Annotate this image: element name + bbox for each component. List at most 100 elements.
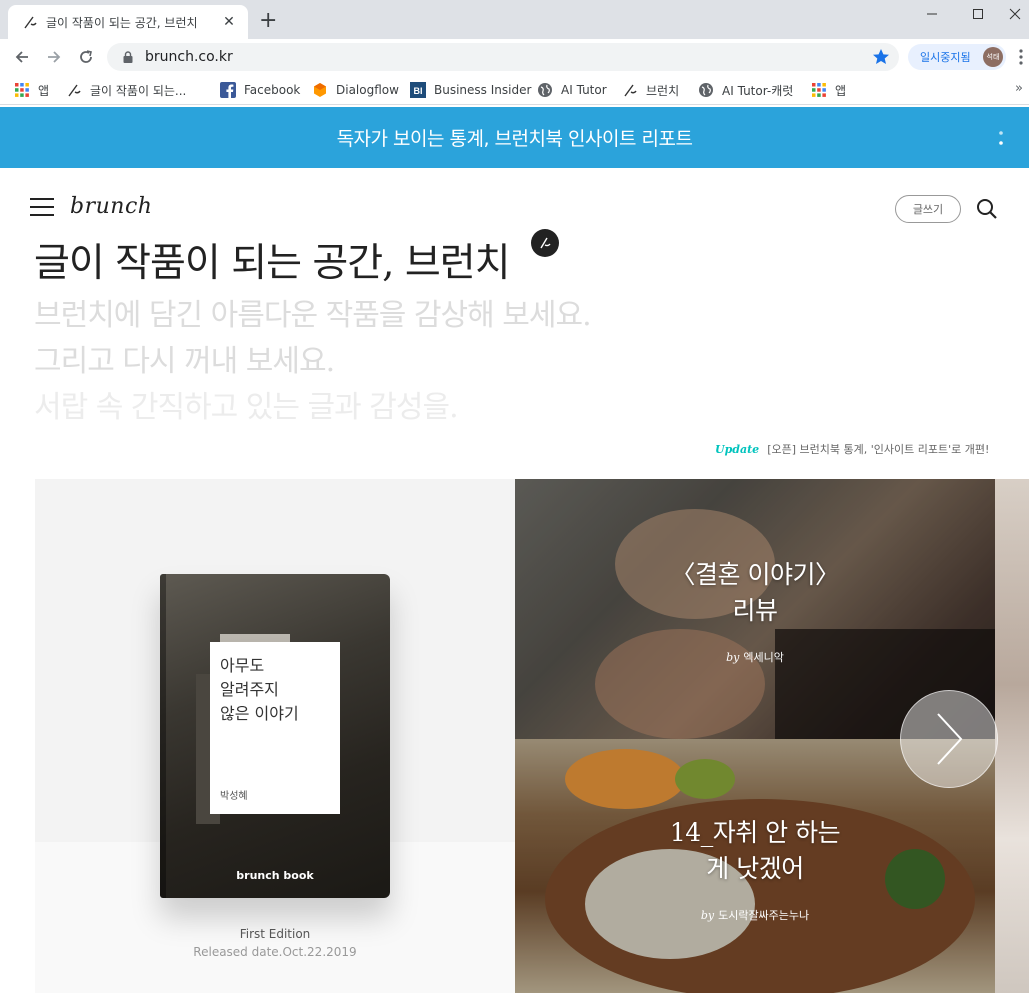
card-caption: 〈결혼 이야기〉 리뷰 by 엑세니악	[515, 557, 995, 665]
banner-pager-icon[interactable]	[998, 129, 1004, 147]
card-author: 도시락잘싸주는누나	[718, 909, 810, 922]
write-button[interactable]: 글쓰기	[895, 195, 961, 223]
hero-subtitle-line: 그리고 다시 꺼내 보세요.	[34, 344, 335, 379]
bookmarks-overflow-button[interactable]: »	[1015, 81, 1023, 96]
card-byline: by 엑세니악	[515, 649, 995, 665]
bookmark-label: Business Insider	[434, 83, 532, 97]
svg-text:BI: BI	[414, 86, 423, 96]
card-title-line: 리뷰	[732, 596, 778, 625]
bookmark-label: 브런치	[646, 83, 680, 98]
url-text: brunch.co.kr	[145, 49, 233, 65]
bookmark-label: AI Tutor	[561, 83, 607, 97]
book-title-line: 알려주지	[220, 680, 279, 699]
bookmark-label: AI Tutor-캐럿	[722, 83, 794, 98]
bookmark-label: 앱	[38, 83, 50, 98]
bookmark-apps-2[interactable]: 앱	[811, 80, 846, 100]
maximize-icon	[973, 9, 983, 19]
facebook-icon	[220, 82, 236, 98]
book-title-line: 아무도	[220, 656, 265, 675]
business-insider-icon: BI	[410, 82, 426, 98]
window-minimize-button[interactable]	[909, 0, 955, 28]
bookmark-label: 앱	[835, 83, 847, 98]
book-release-date: Released date.Oct.22.2019	[193, 945, 357, 959]
banner-text: 독자가 보이는 통계, 브런치북 인사이트 리포트	[336, 128, 693, 150]
arrow-left-icon	[15, 51, 28, 63]
book-edition: First Edition	[239, 927, 311, 941]
brunch-pen-icon	[24, 16, 37, 29]
bookmarks-bar: 앱 글이 작품이 되는... Facebook Dialogflow BI Bu…	[0, 75, 1029, 105]
book-author: 박성혜	[220, 791, 248, 802]
profile-button[interactable]: 일시중지됨 석태	[908, 44, 1006, 70]
by-label: by	[700, 909, 715, 922]
close-icon	[1009, 8, 1021, 20]
forward-button[interactable]	[42, 45, 66, 69]
book-title-line: 않은 이야기	[220, 704, 299, 723]
bookmark-label: Facebook	[244, 83, 301, 97]
minimize-icon	[927, 13, 937, 15]
browser-tab-active[interactable]: 글이 작품이 되는 공간, 브런치 ✕	[8, 5, 248, 39]
card-byline: by 도시락잘싸주는누나	[515, 907, 995, 923]
bookmark-label: 글이 작품이 되는...	[90, 83, 187, 98]
search-icon[interactable]	[976, 198, 998, 220]
bookmark-facebook[interactable]: Facebook	[220, 80, 300, 100]
book-cover[interactable]: 아무도 알려주지 않은 이야기 박성혜 brunch book	[160, 574, 390, 898]
update-text: [오픈] 브런치북 통계, '인사이트 리포트'로 개편!	[767, 443, 990, 456]
browser-toolbar: brunch.co.kr 일시중지됨 석태	[0, 39, 1029, 75]
menu-icon[interactable]	[30, 197, 54, 217]
book-label: 아무도 알려주지 않은 이야기 박성혜	[210, 642, 340, 814]
apps-grid-icon	[812, 83, 826, 97]
page-title: 글이 작품이 되는 공간, 브런치	[34, 241, 511, 286]
profile-status: 일시중지됨	[920, 51, 971, 64]
promo-banner[interactable]: 독자가 보이는 통계, 브런치북 인사이트 리포트	[0, 107, 1029, 168]
card-title-line: 〈결혼 이야기〉	[670, 560, 840, 589]
bookmark-label: Dialogflow	[336, 83, 399, 97]
tab-close-icon[interactable]: ✕	[220, 14, 238, 30]
site-header: brunch 글쓰기	[0, 168, 1029, 230]
avatar: 석태	[983, 47, 1003, 67]
carousel-next-button[interactable]	[900, 690, 998, 788]
card-caption: 14_자취 안 하는 게 낫겠어 by 도시락잘싸주는누나	[515, 815, 995, 923]
back-button[interactable]	[10, 45, 34, 69]
bookmark-business-insider[interactable]: BI Business Insider	[410, 80, 531, 100]
dialogflow-icon	[314, 83, 326, 97]
hero-subtitle-line: 브런치에 담긴 아름다운 작품을 감상해 보세요.	[34, 298, 592, 333]
bookmark-ai-tutor[interactable]: AI Tutor	[537, 80, 607, 100]
book-brand: brunch book	[236, 869, 314, 882]
globe-icon	[538, 83, 552, 97]
by-label: by	[726, 651, 740, 664]
arrow-right-icon	[48, 51, 61, 63]
update-tag: Update	[715, 443, 760, 456]
hero-subtitle-line: 서랍 속 간직하고 있는 글과 감성을.	[34, 390, 459, 425]
tab-title: 글이 작품이 되는 공간, 브런치	[46, 15, 198, 30]
bookmark-star-icon[interactable]	[871, 47, 891, 67]
browser-tab-bar: 글이 작품이 되는 공간, 브런치 ✕ +	[0, 0, 1029, 39]
card-title-line: 게 낫겠어	[706, 854, 804, 883]
lock-icon	[123, 51, 133, 63]
reload-icon	[80, 50, 92, 63]
brunch-logo[interactable]: brunch	[70, 194, 152, 219]
card-author: 엑세니악	[743, 651, 784, 664]
bookmark-dialogflow[interactable]: Dialogflow	[312, 80, 399, 100]
bookmark-ai-tutor-carrot[interactable]: AI Tutor-캐럿	[698, 80, 793, 100]
next-card-peek[interactable]	[995, 479, 1029, 993]
brunch-pen-icon	[540, 237, 551, 249]
window-maximize-button[interactable]	[955, 0, 1001, 28]
reload-button[interactable]	[74, 45, 98, 69]
bookmark-apps[interactable]: 앱	[14, 80, 49, 100]
bookmark-brunch-home[interactable]: 글이 작품이 되는...	[66, 80, 186, 100]
address-bar[interactable]: brunch.co.kr	[107, 43, 899, 71]
card-title-line: 14_자취 안 하는	[669, 818, 841, 847]
browser-menu-icon[interactable]	[1014, 47, 1028, 67]
bookmark-brunch[interactable]: 브런치	[622, 80, 679, 100]
featured-brunchbook[interactable]: 아무도 알려주지 않은 이야기 박성혜 brunch book First Ed…	[35, 479, 515, 993]
book-spine	[160, 574, 166, 898]
pen-badge	[531, 229, 559, 257]
brunch-pen-icon	[624, 84, 637, 97]
update-notice[interactable]: Update [오픈] 브런치북 통계, '인사이트 리포트'로 개편!	[715, 441, 997, 457]
chevron-right-icon	[937, 713, 963, 765]
brunch-pen-icon	[68, 84, 81, 97]
globe-icon	[699, 83, 713, 97]
window-close-button[interactable]	[1001, 0, 1029, 28]
new-tab-button[interactable]: +	[259, 9, 277, 33]
apps-grid-icon	[15, 83, 29, 97]
